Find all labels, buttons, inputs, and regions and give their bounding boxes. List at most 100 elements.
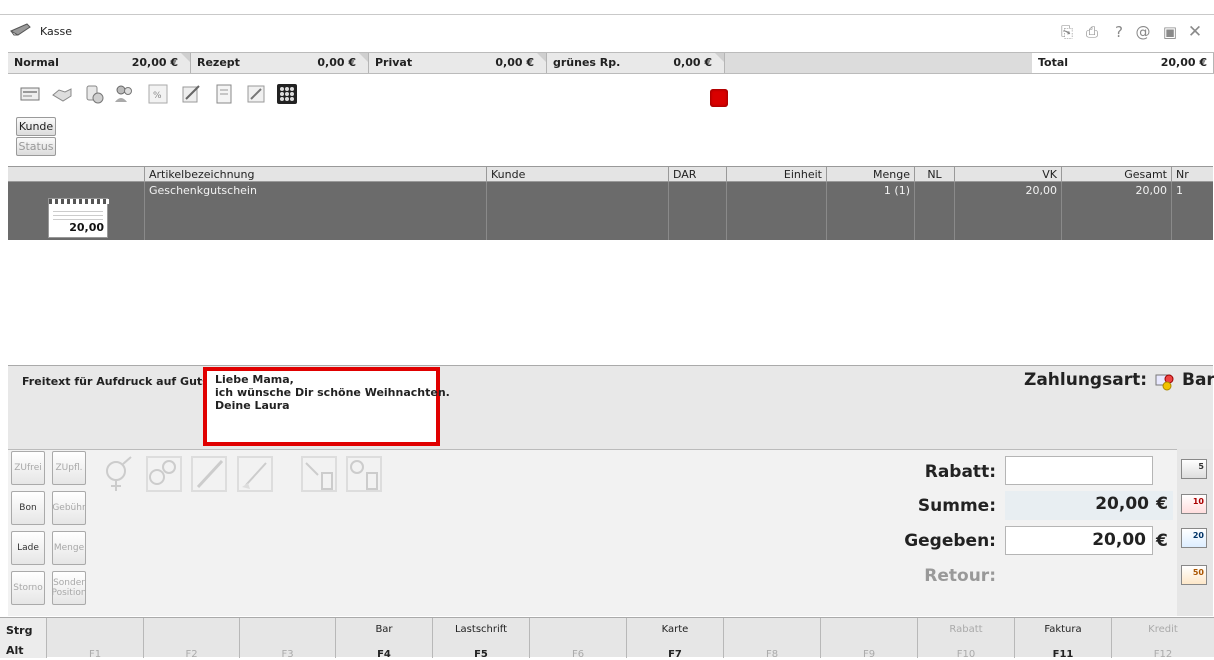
total-amount: 20,00 € bbox=[1160, 56, 1207, 69]
col-vk[interactable]: VK bbox=[955, 167, 1062, 182]
col-quantity[interactable]: Menge bbox=[827, 167, 915, 182]
status-button[interactable]: Status bbox=[16, 137, 56, 156]
tab-rezept[interactable]: Rezept 0,00 € bbox=[191, 53, 369, 73]
signpost-icon[interactable] bbox=[245, 83, 267, 105]
article-name: Geschenkgutschein bbox=[145, 182, 487, 240]
col-unit[interactable]: Einheit bbox=[727, 167, 827, 182]
pharmacy-mix-icon[interactable] bbox=[345, 455, 383, 493]
menge-button[interactable]: Menge bbox=[52, 531, 86, 565]
modifier-keys: Strg Alt bbox=[0, 618, 47, 658]
document-icon[interactable] bbox=[213, 83, 235, 105]
f10-rabatt-key[interactable]: Rabatt F10 bbox=[918, 618, 1015, 660]
lade-button[interactable]: Lade bbox=[11, 531, 45, 565]
money-20-button[interactable]: 20 bbox=[1181, 528, 1207, 548]
col-nl[interactable]: NL bbox=[915, 167, 955, 182]
tab-gruenes-rezept[interactable]: grünes Rp. 0,00 € bbox=[547, 53, 725, 73]
row-customer bbox=[487, 182, 669, 240]
money-5-button[interactable]: 5 bbox=[1181, 459, 1207, 479]
f11-faktura-key[interactable]: Faktura F11 bbox=[1015, 618, 1112, 660]
mother-child-icon[interactable] bbox=[145, 455, 183, 493]
discount-label: Rabatt: bbox=[924, 462, 996, 482]
gebuehr-button[interactable]: Gebühr bbox=[52, 491, 86, 525]
help-icon[interactable]: ? bbox=[1110, 23, 1128, 41]
total-label: Total bbox=[1038, 56, 1069, 69]
function-key-bar: Strg Alt F1 F2 F3 Bar F4 Lastschrift F5 F6… bbox=[0, 617, 1214, 660]
people-icon[interactable] bbox=[113, 83, 135, 105]
tab-label: Rezept bbox=[197, 56, 240, 69]
f5-lastschrift-key[interactable]: Lastschrift F5 bbox=[433, 618, 530, 660]
f4-bar-key[interactable]: Bar F4 bbox=[336, 618, 433, 660]
gender-icon[interactable] bbox=[98, 455, 136, 493]
cash-icon bbox=[1155, 374, 1174, 391]
svg-text:%: % bbox=[153, 91, 162, 101]
tab-label: grünes Rp. bbox=[553, 56, 621, 69]
minimize-icon[interactable]: ▣ bbox=[1161, 23, 1179, 41]
sonderposition-button[interactable]: Sonder Position bbox=[51, 571, 87, 605]
payment-method-label: Zahlungsart: bbox=[1024, 370, 1148, 390]
customer-button[interactable]: Kunde bbox=[16, 117, 56, 136]
money-50-button[interactable]: 50 bbox=[1181, 565, 1207, 585]
tab-amount: 0,00 € bbox=[673, 56, 712, 69]
voucher-image-amount: 20,00 bbox=[69, 221, 104, 234]
row-vk: 20,00 bbox=[955, 182, 1062, 240]
alt-label: Alt bbox=[6, 644, 24, 657]
brush-icon[interactable] bbox=[236, 455, 274, 493]
f8-key[interactable]: F8 bbox=[724, 618, 821, 660]
voucher-image: 20,00 bbox=[48, 198, 109, 238]
card-reader-icon[interactable] bbox=[19, 83, 41, 105]
storno-button[interactable]: Storno bbox=[11, 571, 45, 605]
payment-method-value: Bar bbox=[1182, 370, 1214, 390]
f6-key[interactable]: F6 bbox=[530, 618, 627, 660]
tab-normal[interactable]: Normal 20,00 € bbox=[8, 53, 191, 73]
f3-key[interactable]: F3 bbox=[240, 618, 336, 660]
f1-key[interactable]: F1 bbox=[47, 618, 144, 660]
given-input[interactable]: 20,00 bbox=[1005, 526, 1153, 555]
f2-key[interactable]: F2 bbox=[144, 618, 240, 660]
row-unit bbox=[727, 182, 827, 240]
col-article[interactable]: Artikelbezeichnung bbox=[145, 167, 487, 182]
strg-label: Strg bbox=[6, 624, 33, 637]
table-row[interactable]: 20,00 Geschenkgutschein 1 (1) 20,00 20,0… bbox=[8, 182, 1213, 240]
f7-karte-key[interactable]: Karte F7 bbox=[627, 618, 724, 660]
title-bar bbox=[0, 0, 1214, 50]
row-nl bbox=[915, 182, 955, 240]
discount-input[interactable] bbox=[1005, 456, 1153, 485]
at-icon[interactable]: @ bbox=[1134, 23, 1152, 41]
discount-icon[interactable]: % bbox=[147, 83, 169, 105]
row-nr: 1 bbox=[1176, 184, 1183, 197]
col-dar[interactable]: DAR bbox=[669, 167, 727, 182]
article-table: Artikelbezeichnung Kunde DAR Einheit Men… bbox=[8, 166, 1213, 364]
money-10-button[interactable]: 10 bbox=[1181, 494, 1207, 514]
total-display: Total 20,00 € bbox=[1032, 53, 1214, 73]
bon-button[interactable]: Bon bbox=[11, 491, 45, 525]
sale-tabs: Normal 20,00 € Rezept 0,00 € Privat 0,00… bbox=[8, 52, 1214, 74]
pharmacy-tool-icon[interactable] bbox=[300, 455, 338, 493]
col-total[interactable]: Gesamt bbox=[1062, 167, 1172, 182]
given-currency: € bbox=[1156, 531, 1168, 551]
tab-label: Privat bbox=[375, 56, 413, 69]
col-customer[interactable]: Kunde bbox=[487, 167, 669, 182]
close-icon[interactable]: ✕ bbox=[1186, 23, 1204, 41]
f12-kredit-key[interactable]: Kredit F12 bbox=[1112, 618, 1214, 660]
pen-icon[interactable] bbox=[190, 455, 228, 493]
handshake-icon[interactable] bbox=[51, 83, 73, 105]
table-header: Artikelbezeichnung Kunde DAR Einheit Men… bbox=[8, 166, 1213, 182]
print-icon[interactable]: ⎙ bbox=[1083, 23, 1101, 41]
window-title: Kasse bbox=[40, 25, 72, 38]
pills-icon[interactable] bbox=[83, 83, 105, 105]
pen-receipt-icon[interactable] bbox=[180, 83, 202, 105]
row-total: 20,00 bbox=[1062, 182, 1172, 240]
article-image-cell: 20,00 bbox=[8, 182, 145, 240]
tab-label: Normal bbox=[14, 56, 59, 69]
sum-value: 20,00 bbox=[1095, 494, 1149, 514]
freetext-input[interactable]: Liebe Mama, ich wünsche Dir schöne Weihn… bbox=[203, 367, 450, 446]
zuzahlung-pflichtig-button[interactable]: ZUpfl. bbox=[52, 451, 86, 485]
zuzahlung-frei-button[interactable]: ZUfrei bbox=[11, 451, 45, 485]
clipboard-icon[interactable]: ⎘ bbox=[1058, 23, 1076, 41]
status-indicator bbox=[710, 89, 728, 107]
tab-amount: 0,00 € bbox=[317, 56, 356, 69]
tab-privat[interactable]: Privat 0,00 € bbox=[369, 53, 547, 73]
col-nr[interactable]: Nr bbox=[1172, 167, 1213, 182]
f9-key[interactable]: F9 bbox=[821, 618, 918, 660]
grid-icon[interactable] bbox=[276, 83, 298, 105]
